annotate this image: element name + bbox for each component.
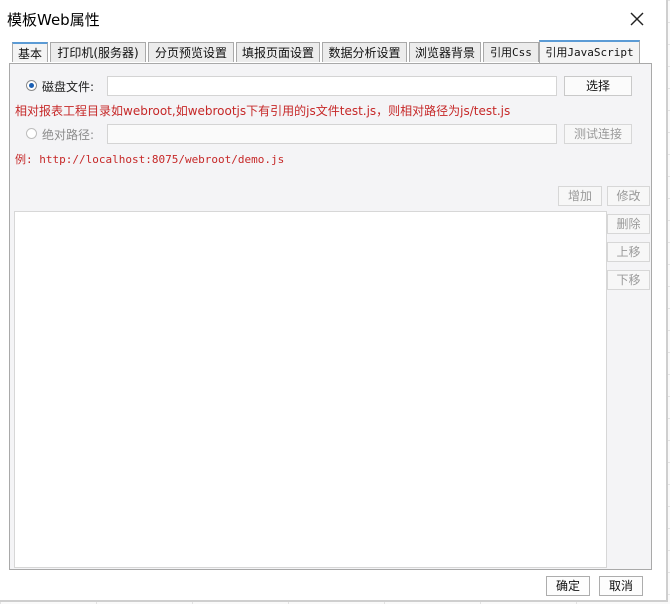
delete-button[interactable]: 删除 (607, 214, 650, 234)
javascript-file-list[interactable] (14, 211, 607, 568)
dialog-title: 模板Web属性 (7, 11, 100, 29)
add-button[interactable]: 增加 (558, 186, 602, 206)
ok-button[interactable]: 确定 (546, 576, 590, 596)
tab-fill-page[interactable]: 填报页面设置 (236, 42, 320, 62)
web-properties-dialog: 模板Web属性 基本 打印机(服务器) 分页预览设置 填报页面设置 数据分析设置… (0, 0, 668, 602)
disk-file-radio[interactable] (26, 80, 37, 91)
move-up-button[interactable]: 上移 (607, 242, 650, 262)
disk-file-input[interactable] (107, 76, 557, 96)
tab-bar: 基本 打印机(服务器) 分页预览设置 填报页面设置 数据分析设置 浏览器背景 引… (9, 40, 653, 64)
disk-file-label: 磁盘文件: (42, 80, 95, 94)
javascript-panel: 磁盘文件: 选择 相对报表工程目录如webroot,如webrootjs下有引用… (9, 63, 652, 570)
test-connection-button[interactable]: 测试连接 (564, 124, 632, 144)
close-icon (630, 12, 644, 26)
absolute-path-label: 绝对路径: (42, 128, 95, 142)
tab-basic[interactable]: 基本 (12, 42, 48, 62)
absolute-path-input[interactable] (107, 124, 557, 144)
choose-file-button[interactable]: 选择 (564, 76, 632, 96)
tab-reference-javascript[interactable]: 引用JavaScript (539, 40, 640, 64)
tab-browser-background[interactable]: 浏览器背景 (409, 42, 481, 62)
close-button[interactable] (622, 6, 652, 32)
absolute-path-radio[interactable] (26, 128, 37, 139)
absolute-path-example: 例: http://localhost:8075/webroot/demo.js (15, 153, 285, 166)
tab-paging-preview[interactable]: 分页预览设置 (148, 42, 234, 62)
title-bar: 模板Web属性 (0, 0, 666, 38)
cancel-button[interactable]: 取消 (599, 576, 643, 596)
tab-data-analysis[interactable]: 数据分析设置 (322, 42, 407, 62)
edit-button[interactable]: 修改 (607, 186, 650, 206)
move-down-button[interactable]: 下移 (607, 270, 650, 290)
tab-printer-server[interactable]: 打印机(服务器) (50, 42, 146, 62)
relative-path-hint: 相对报表工程目录如webroot,如webrootjs下有引用的js文件test… (15, 104, 511, 118)
tab-reference-css[interactable]: 引用Css (483, 42, 539, 62)
